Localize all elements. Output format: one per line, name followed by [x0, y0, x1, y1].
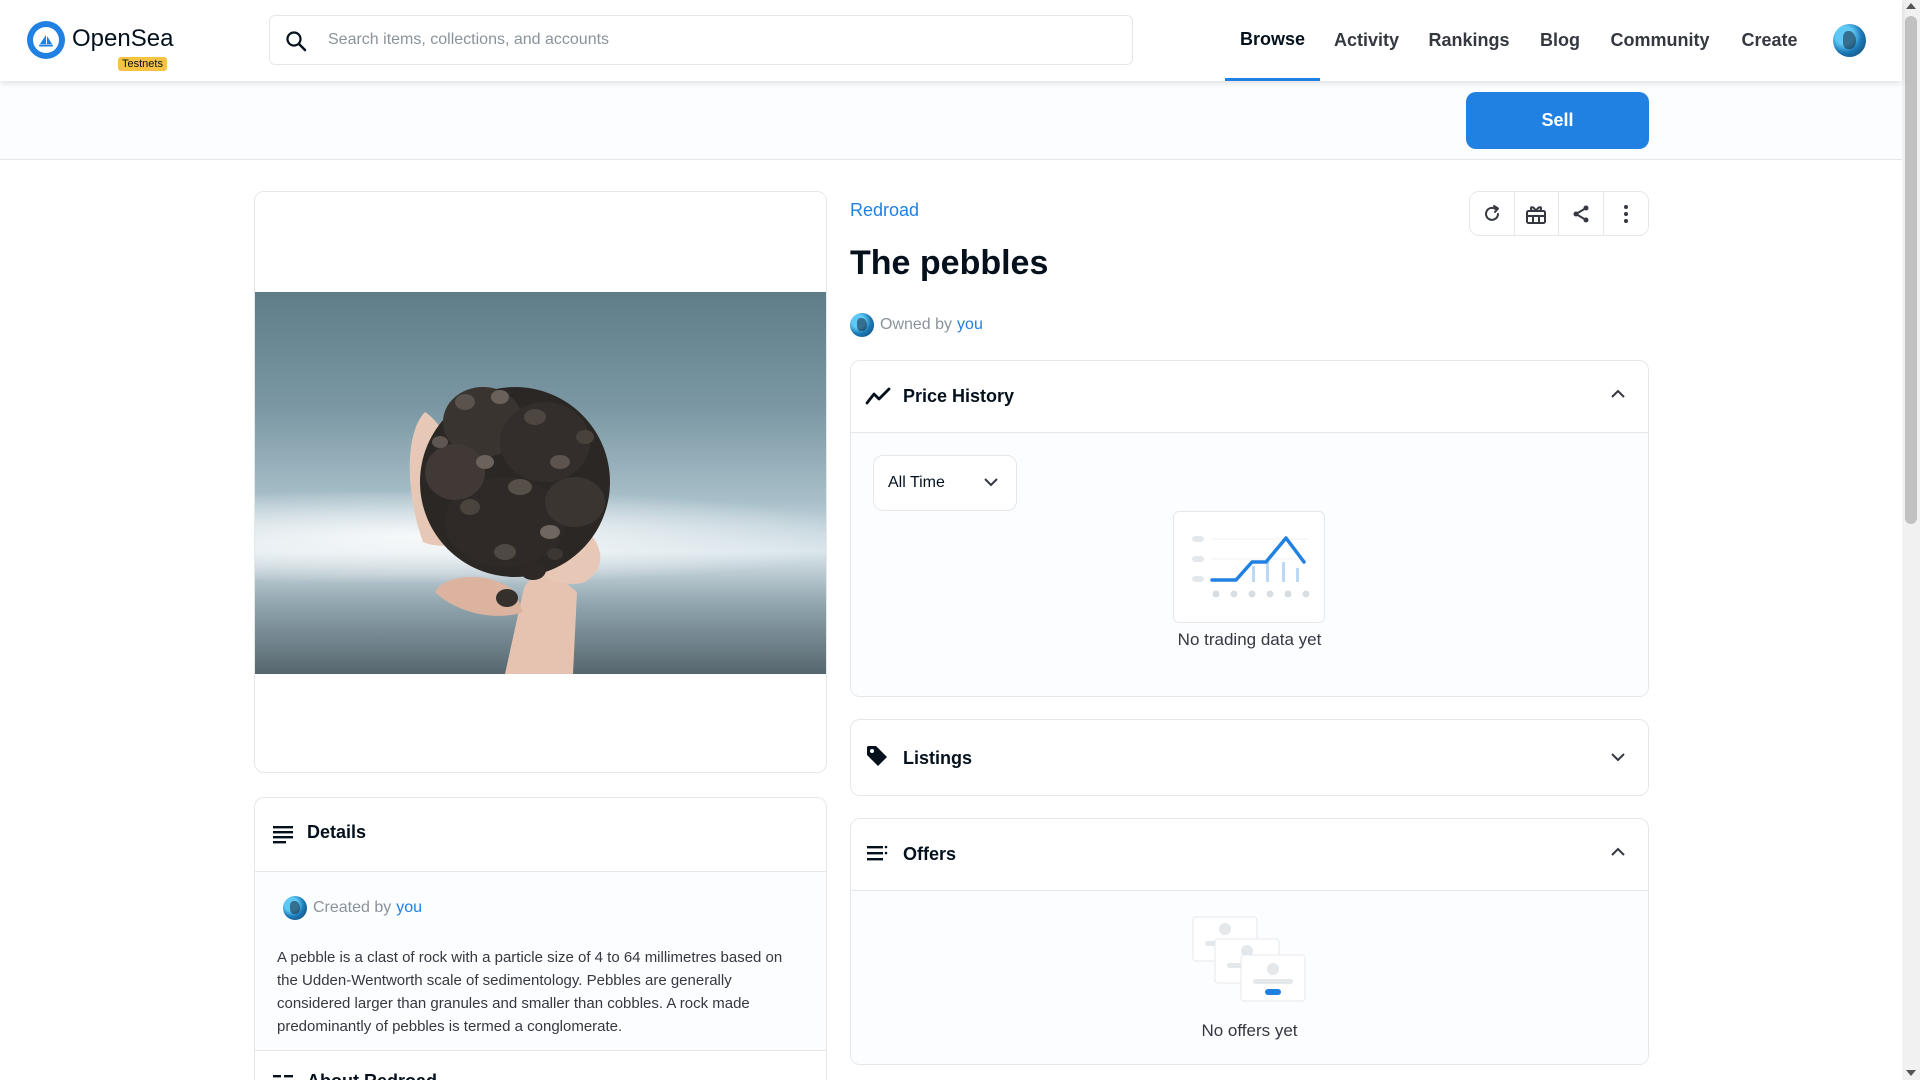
owner-link[interactable]: you	[957, 316, 983, 334]
offers-header[interactable]: Offers	[851, 819, 1648, 891]
brand-name[interactable]: OpenSea	[72, 25, 173, 53]
transfer-button[interactable]	[1515, 192, 1559, 235]
creator-avatar[interactable]	[283, 896, 307, 920]
trending-icon	[865, 387, 891, 405]
gift-icon	[1526, 205, 1547, 224]
details-list-icon	[273, 826, 293, 844]
about-icon	[273, 1075, 293, 1078]
nav-rankings[interactable]: Rankings	[1413, 0, 1525, 81]
details-body: Created by you A pebble is a clast of ro…	[255, 872, 826, 1050]
time-range-select[interactable]: All Time	[873, 455, 1017, 511]
about-collection-label: About Redroad	[307, 1071, 437, 1080]
empty-chart-illustration	[1173, 511, 1325, 623]
owned-by-label: Owned by	[880, 316, 953, 333]
details-title: Details	[307, 822, 367, 842]
creator-link[interactable]: you	[396, 899, 422, 917]
details-panel: Details Created by you A pebble is a cla…	[254, 797, 827, 1080]
nav-blog[interactable]: Blog	[1525, 0, 1595, 81]
opensea-logo-icon[interactable]	[27, 21, 65, 59]
item-title: The pebbles	[850, 244, 1049, 282]
more-vertical-icon	[1623, 204, 1628, 223]
item-action-group	[1469, 191, 1649, 236]
item-image[interactable]	[255, 292, 826, 674]
about-collection-header[interactable]: About Redroad	[255, 1050, 826, 1080]
chevron-up-icon[interactable]	[1610, 847, 1626, 857]
item-description: A pebble is a clast of rock with a parti…	[277, 949, 783, 1035]
price-history-title: Price History	[903, 386, 1015, 406]
refresh-button[interactable]	[1470, 192, 1515, 235]
created-by-label: Created by	[313, 899, 392, 916]
profile-avatar[interactable]	[1833, 24, 1866, 57]
search-icon	[286, 31, 307, 52]
nav-create[interactable]: Create	[1725, 0, 1814, 81]
nav-browse[interactable]: Browse	[1225, 0, 1320, 81]
chevron-up-icon[interactable]	[1610, 389, 1626, 399]
listings-header[interactable]: Listings	[851, 720, 1648, 792]
refresh-icon	[1484, 204, 1499, 221]
offers-panel: Offers No offers yet	[850, 818, 1649, 1065]
top-navbar: OpenSea Testnets Search items, collectio…	[0, 0, 1902, 81]
scroll-up-arrow-icon[interactable]	[1906, 3, 1916, 9]
price-history-body: All Time No trading data yet	[851, 433, 1648, 696]
collection-link[interactable]: Redroad	[850, 200, 919, 221]
no-offers-text: No offers yet	[1201, 1021, 1298, 1040]
testnets-badge: Testnets	[118, 57, 167, 71]
nav-community[interactable]: Community	[1595, 0, 1725, 81]
price-history-panel: Price History All Time No trading data y…	[850, 360, 1649, 697]
search-input[interactable]: Search items, collections, and accounts	[328, 31, 609, 49]
item-image-card	[254, 191, 827, 773]
no-trading-data-text: No trading data yet	[1177, 630, 1322, 649]
nav-activity[interactable]: Activity	[1320, 0, 1413, 81]
listings-panel[interactable]: Listings	[850, 719, 1649, 796]
chevron-down-icon	[984, 478, 998, 487]
sell-button[interactable]: Sell	[1466, 92, 1649, 149]
listings-title: Listings	[903, 748, 973, 768]
details-header[interactable]: Details	[255, 798, 826, 872]
owned-by: Owned by you	[850, 313, 983, 337]
offers-list-icon	[867, 845, 888, 861]
scroll-down-arrow-icon[interactable]	[1906, 1070, 1916, 1076]
more-options-button[interactable]	[1604, 192, 1648, 235]
search-bar[interactable]: Search items, collections, and accounts	[269, 15, 1133, 65]
share-icon	[1573, 205, 1589, 222]
tag-icon	[867, 746, 887, 766]
chevron-down-icon[interactable]	[1610, 752, 1626, 762]
time-range-value: All Time	[888, 474, 945, 491]
offers-body: No offers yet	[851, 891, 1648, 1064]
price-history-header[interactable]: Price History	[851, 361, 1648, 433]
scrollbar-thumb[interactable]	[1905, 16, 1917, 524]
owner-avatar[interactable]	[850, 313, 874, 337]
hand-with-pebbles-illustration	[409, 387, 610, 674]
empty-offers-illustration	[1192, 916, 1306, 1002]
created-by: Created by you	[283, 896, 422, 920]
share-button[interactable]	[1559, 192, 1604, 235]
offers-title: Offers	[903, 844, 957, 864]
